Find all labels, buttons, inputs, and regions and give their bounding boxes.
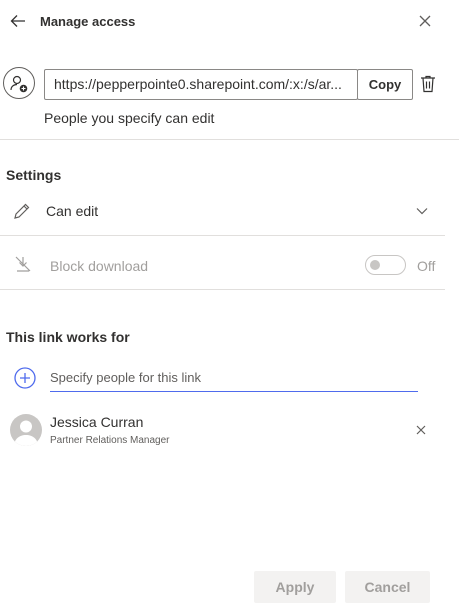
page-title: Manage access bbox=[40, 14, 136, 29]
link-url-field[interactable]: https://pepperpointe0.sharepoint.com/:x:… bbox=[44, 69, 358, 100]
settings-heading: Settings bbox=[6, 167, 62, 183]
close-icon[interactable] bbox=[416, 12, 434, 30]
link-settings-icon[interactable] bbox=[3, 67, 35, 99]
person-job-title: Partner Relations Manager bbox=[50, 435, 170, 446]
remove-person-icon[interactable] bbox=[415, 424, 427, 436]
specify-people-input[interactable] bbox=[50, 364, 418, 392]
toggle-knob bbox=[370, 260, 380, 270]
copy-button[interactable]: Copy bbox=[357, 69, 413, 100]
person-name: Jessica Curran bbox=[50, 414, 144, 430]
divider bbox=[0, 235, 445, 236]
add-person-icon[interactable] bbox=[14, 367, 36, 389]
apply-button[interactable]: Apply bbox=[254, 571, 336, 603]
trash-icon[interactable] bbox=[419, 74, 437, 94]
block-download-toggle[interactable] bbox=[365, 255, 406, 275]
block-download-icon bbox=[13, 254, 33, 274]
permission-dropdown[interactable]: Can edit bbox=[46, 203, 98, 219]
block-download-state: Off bbox=[417, 258, 436, 274]
block-download-label: Block download bbox=[50, 258, 149, 274]
audience-heading: This link works for bbox=[6, 329, 130, 345]
cancel-button[interactable]: Cancel bbox=[345, 571, 430, 603]
pencil-icon bbox=[12, 201, 32, 221]
link-permission-summary: People you specify can edit bbox=[44, 110, 215, 126]
avatar bbox=[10, 414, 42, 446]
divider bbox=[0, 289, 445, 290]
chevron-down-icon[interactable] bbox=[414, 205, 430, 217]
divider bbox=[0, 139, 459, 140]
back-arrow-icon[interactable] bbox=[8, 11, 28, 31]
